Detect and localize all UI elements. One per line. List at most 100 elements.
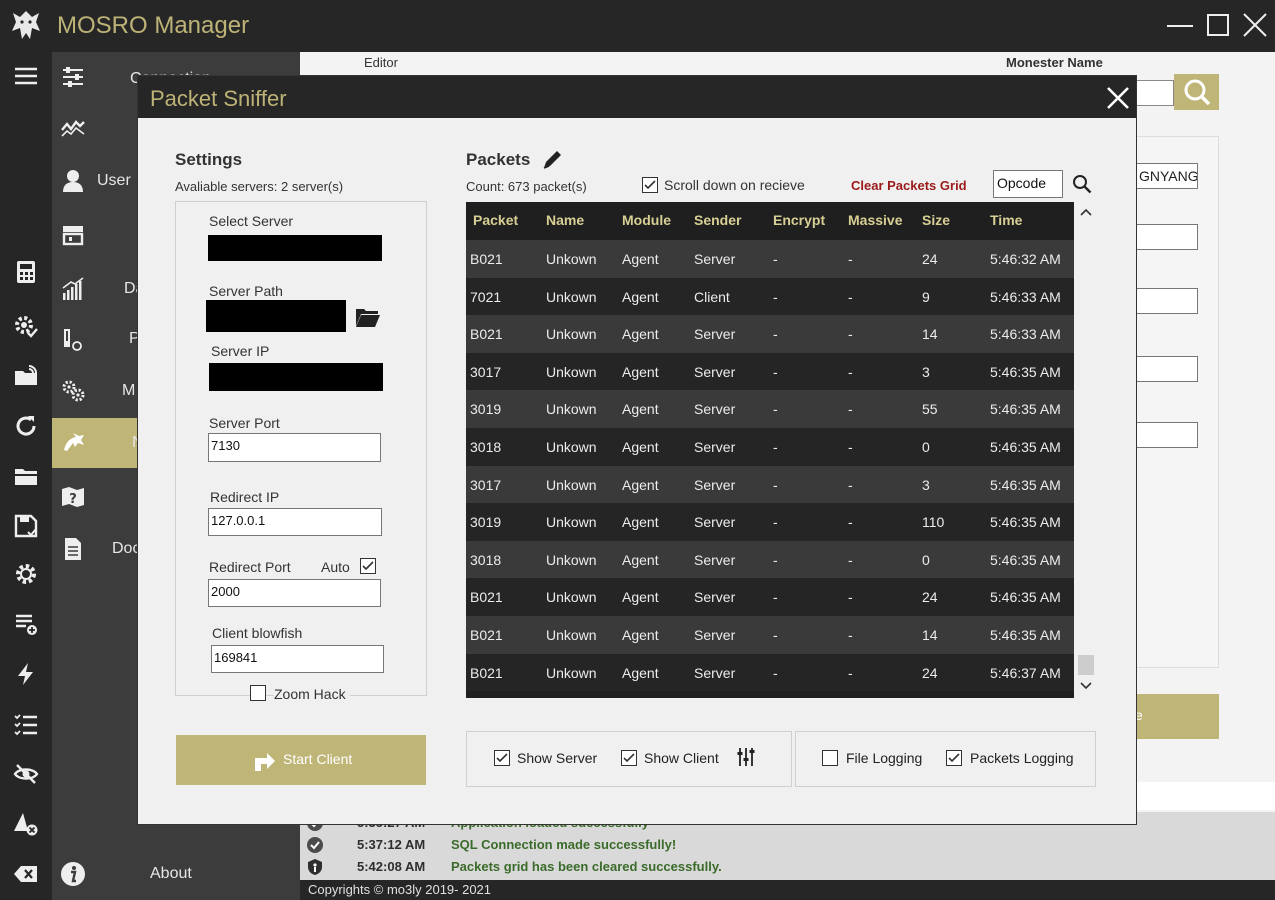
show-server-checkbox[interactable] <box>494 750 510 766</box>
table-row[interactable]: B021 Unkown Agent Server - - 14 5:46:35 AM <box>466 616 1074 654</box>
monster-name-input[interactable] <box>1136 80 1174 106</box>
folder-signal-icon[interactable] <box>10 360 42 392</box>
clear-packets-link[interactable]: Clear Packets Grid <box>851 178 967 193</box>
monster-field-2[interactable] <box>1136 224 1198 250</box>
dialog-header: Packet Sniffer <box>138 76 1136 118</box>
table-cell: Unkown <box>546 551 597 568</box>
save-icon[interactable] <box>10 510 42 542</box>
table-cell: 5:46:37 AM <box>990 664 1061 681</box>
show-client-checkbox[interactable] <box>621 750 637 766</box>
column-header[interactable]: Module <box>622 212 671 228</box>
filter-sliders-icon[interactable] <box>735 746 757 768</box>
monster-field-1[interactable]: GNYANG <box>1136 163 1198 189</box>
gear-icon[interactable] <box>10 558 42 590</box>
select-server-dropdown[interactable] <box>208 235 382 261</box>
checklist-icon[interactable] <box>10 708 42 740</box>
server-ip-label: Server IP <box>211 343 270 359</box>
table-row[interactable]: B021 Unkown Agent Server - - 24 5:46:35 AM <box>466 578 1074 616</box>
auto-label: Auto <box>321 559 350 575</box>
monster-field-5[interactable] <box>1136 422 1198 448</box>
settings-check-icon[interactable] <box>10 310 42 342</box>
backspace-icon[interactable] <box>10 858 42 890</box>
nav-about-label[interactable]: About <box>150 865 192 883</box>
column-header[interactable]: Name <box>546 212 584 228</box>
table-row[interactable]: B021 Unkown Agent Server - - 14 5:46:33 AM <box>466 315 1074 353</box>
table-cell: 5:46:35 AM <box>990 363 1061 380</box>
table-cell: Server <box>694 627 736 643</box>
edit-pen-icon[interactable] <box>541 149 563 171</box>
file-logging-checkbox[interactable] <box>822 750 838 766</box>
packets-logging-label: Packets Logging <box>970 750 1074 766</box>
database-add-icon[interactable] <box>10 608 42 640</box>
monster-field-3[interactable] <box>1136 288 1198 314</box>
info-icon <box>58 859 88 889</box>
redirect-port-input[interactable]: 2000 <box>208 579 381 607</box>
show-client-label: Show Client <box>644 750 719 766</box>
hamburger-menu-icon[interactable] <box>10 60 42 92</box>
table-row[interactable]: 7021 Unkown Agent Client - - 9 5:46:33 AM <box>466 277 1074 316</box>
table-row[interactable]: 3018 Unkown Agent Server - - 0 5:46:35 AM <box>466 540 1074 579</box>
table-cell: Unkown <box>546 288 597 305</box>
scroll-down-checkbox[interactable] <box>642 177 658 193</box>
table-cell: - <box>773 363 778 380</box>
icon-toolbar <box>0 52 52 900</box>
table-cell: 3 <box>922 363 930 380</box>
packets-grid[interactable]: Packet Name Module Sender Encrypt Massive Size… <box>466 202 1074 698</box>
warning-delete-icon[interactable] <box>10 808 42 840</box>
monster-field-4[interactable] <box>1136 356 1198 382</box>
table-cell: Unkown <box>546 476 597 493</box>
column-header[interactable]: Packet <box>473 212 518 228</box>
chevron-down-icon[interactable] <box>1080 682 1092 690</box>
table-cell: Unkown <box>546 439 597 455</box>
client-blowfish-input[interactable]: 169841 <box>211 645 384 673</box>
zoom-hack-checkbox[interactable] <box>250 685 266 701</box>
table-row[interactable]: 3018 Unkown Agent Server - - 0 5:46:35 AM <box>466 428 1074 466</box>
folder-open-icon[interactable] <box>355 306 381 328</box>
monster-action-button[interactable]: e <box>1135 694 1219 739</box>
table-cell: 5:46:35 AM <box>990 551 1061 568</box>
grid-scrollbar[interactable] <box>1076 202 1096 698</box>
table-cell: 24 <box>922 589 938 606</box>
table-row[interactable]: 3017 Unkown Agent Server - - 3 5:46:35 AM <box>466 465 1074 504</box>
server-ip-input[interactable] <box>209 363 383 391</box>
monster-search-button[interactable] <box>1174 74 1219 110</box>
table-row[interactable]: 3019 Unkown Agent Server - - 55 5:46:35 AM <box>466 390 1074 428</box>
table-cell: 55 <box>922 401 938 418</box>
table-cell: Unkown <box>546 664 597 681</box>
search-icon[interactable] <box>1071 173 1093 195</box>
dialog-close-button[interactable] <box>1104 84 1132 112</box>
start-client-button[interactable]: Start Client <box>176 735 426 785</box>
column-header[interactable]: Size <box>922 212 950 228</box>
log-time: 5:42:08 AM <box>357 859 426 874</box>
table-row[interactable]: B021 Unkown Agent Server - - 24 5:46:32 AM <box>466 240 1074 278</box>
chevron-up-icon[interactable] <box>1080 208 1092 216</box>
redirect-ip-input[interactable]: 127.0.0.1 <box>208 508 382 536</box>
column-header[interactable]: Encrypt <box>773 212 825 228</box>
table-row[interactable]: 3019 Unkown Agent Server - - 110 5:46:35 AM <box>466 503 1074 541</box>
table-cell: Agent <box>622 514 659 531</box>
calculator-icon[interactable] <box>10 256 42 288</box>
table-cell: - <box>773 251 778 267</box>
maximize-button[interactable] <box>1204 9 1234 41</box>
opcode-search-input[interactable]: Opcode <box>993 170 1063 198</box>
auto-checkbox[interactable] <box>360 558 376 574</box>
eye-hidden-icon[interactable] <box>10 758 42 790</box>
packets-logging-checkbox[interactable] <box>946 750 962 766</box>
close-window-button[interactable] <box>1240 9 1270 41</box>
table-row[interactable]: B021 Unkown Agent Server - - 24 5:46:37 AM <box>466 653 1074 692</box>
server-port-input[interactable]: 7130 <box>208 433 381 462</box>
server-path-input[interactable] <box>206 300 346 332</box>
table-cell: 3018 <box>470 439 502 455</box>
refresh-icon[interactable] <box>10 410 42 442</box>
table-row[interactable]: 3017 Unkown Agent Server - - 3 5:46:35 AM <box>466 352 1074 391</box>
minimize-button[interactable] <box>1165 9 1195 41</box>
servers-count: Avaliable servers: 2 server(s) <box>175 179 344 194</box>
column-header[interactable]: Massive <box>848 212 902 228</box>
server-path-label: Server Path <box>209 283 283 299</box>
lightning-icon[interactable] <box>10 658 42 690</box>
folder-icon[interactable] <box>10 460 42 492</box>
column-header[interactable]: Time <box>990 212 1022 228</box>
column-header[interactable]: Sender <box>694 212 741 228</box>
scroll-thumb[interactable] <box>1078 655 1094 675</box>
copyright-text: Copyrights © mo3ly 2019- 2021 <box>308 882 492 897</box>
